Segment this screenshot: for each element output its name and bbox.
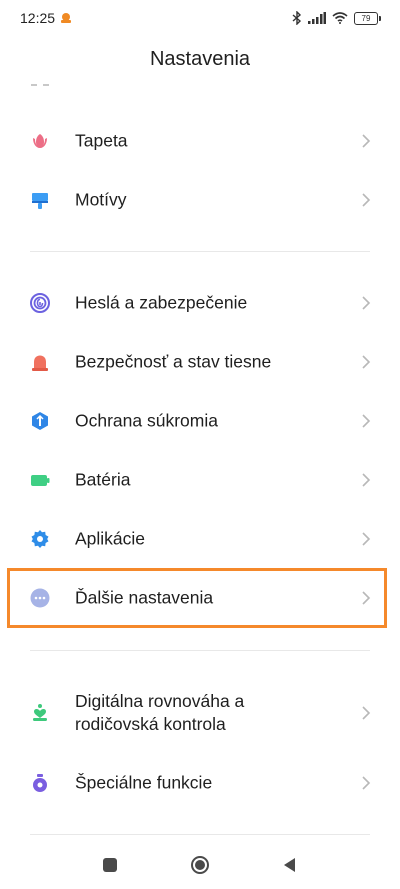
- status-icons: 79: [292, 10, 381, 26]
- chevron-right-icon: [362, 776, 371, 790]
- highlight-box: [7, 568, 387, 628]
- settings-item-label: Bezpečnosť a stav tiesne: [75, 351, 272, 372]
- settings-item-label: Batéria: [75, 469, 131, 490]
- settings-item-privacy[interactable]: Ochrana súkromia: [0, 392, 400, 450]
- settings-item-label: Digitálna rovnováha a rodičovská kontrol…: [75, 691, 245, 734]
- wellbeing-icon: [33, 704, 47, 721]
- home-button[interactable]: [190, 855, 210, 875]
- chevron-right-icon: [362, 414, 371, 428]
- page-title: Nastavenia: [149, 48, 251, 70]
- settings-item-digital-wellbeing[interactable]: Digitálna rovnováha a rodičovská kontrol…: [0, 682, 400, 744]
- settings-item-label: Aplikácie: [75, 528, 146, 549]
- settings-item-label: Motívy: [75, 189, 127, 210]
- section-divider: [30, 834, 370, 835]
- bluetooth-icon: [292, 11, 302, 25]
- chevron-right-icon: [362, 473, 371, 487]
- settings-item-tapeta[interactable]: Tapeta: [0, 112, 400, 170]
- chevron-right-icon: [362, 296, 371, 310]
- section-divider: [30, 650, 370, 651]
- scroll-hint: [31, 84, 49, 86]
- navigation-bar: [0, 841, 400, 889]
- chevron-right-icon: [362, 706, 371, 720]
- battery-indicator: 79: [354, 11, 381, 25]
- chevron-right-icon: [362, 134, 371, 148]
- gear-icon: [31, 530, 49, 548]
- wallpaper-icon: [33, 134, 47, 148]
- settings-item-passwords-security[interactable]: Heslá a zabezpečenie: [0, 274, 400, 332]
- chevron-right-icon: [362, 193, 371, 207]
- settings-item-motivy[interactable]: Motívy: [0, 171, 400, 229]
- emergency-icon: [32, 355, 48, 371]
- themes-icon: [32, 193, 48, 209]
- section-divider: [30, 251, 370, 252]
- signal-icon: [308, 12, 326, 24]
- settings-item-special-features[interactable]: Špeciálne funkcie: [0, 754, 400, 812]
- settings-item-label: Heslá a zabezpečenie: [75, 292, 248, 313]
- settings-item-safety-emergency[interactable]: Bezpečnosť a stav tiesne: [0, 333, 400, 391]
- special-features-icon: [33, 774, 47, 792]
- wifi-icon: [332, 12, 348, 24]
- back-button[interactable]: [280, 855, 300, 875]
- status-bar: 12:25 79: [0, 0, 400, 36]
- settings-item-label: Tapeta: [75, 130, 128, 151]
- settings-item-label: Ochrana súkromia: [75, 410, 218, 431]
- privacy-icon: [32, 412, 48, 430]
- status-time: 12:25: [20, 10, 56, 26]
- fingerprint-icon: [30, 293, 50, 313]
- settings-item-battery[interactable]: Batéria: [0, 451, 400, 509]
- settings-item-label: Špeciálne funkcie: [75, 772, 213, 793]
- chevron-right-icon: [362, 355, 371, 369]
- settings-item-apps[interactable]: Aplikácie: [0, 510, 400, 568]
- notification-icon: [61, 13, 71, 23]
- chevron-right-icon: [362, 532, 371, 546]
- battery-icon: [31, 475, 50, 486]
- recents-button[interactable]: [100, 855, 120, 875]
